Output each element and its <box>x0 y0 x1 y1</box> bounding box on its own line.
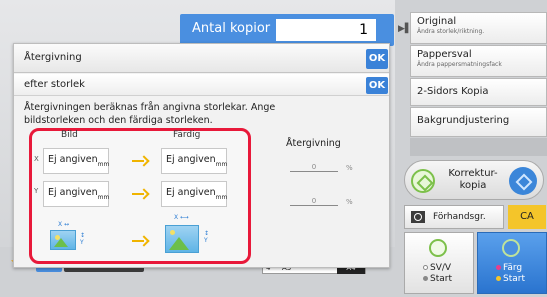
ok-button-sub[interactable]: OK <box>366 77 388 94</box>
preview-icon <box>411 211 425 223</box>
start-diamond-icon <box>411 169 435 193</box>
ratio-y-unit: % <box>346 198 353 206</box>
icon-x-label: X <box>58 221 63 228</box>
icon-y-label: Y <box>204 237 208 244</box>
field-value: Ej angiven <box>166 187 216 198</box>
start-color-button[interactable]: Färg Start <box>477 232 547 294</box>
menu-scroll-area <box>410 138 547 156</box>
menu-item-bakgrundjustering[interactable]: Bakgrundjustering <box>410 107 547 137</box>
ratio-x-value: 0 <box>290 163 338 172</box>
column-header-final: Färdig <box>173 130 201 140</box>
ratio-label: Återgivning <box>286 138 341 149</box>
start-bw-button[interactable]: SV/V Start <box>404 232 474 294</box>
menu-item-subtitle: Ändra pappersmatningsfack <box>417 61 502 68</box>
start-bw-line2: Start <box>430 274 452 284</box>
start-color-label: Färg Start <box>496 263 525 285</box>
start-bw-line1: SV/V <box>430 263 452 273</box>
menu-item-label: Pappersval <box>417 49 472 60</box>
field-value: Ej angiven <box>166 154 216 165</box>
field-unit: mm <box>97 161 110 168</box>
axis-label-y: Y <box>34 187 39 195</box>
mountain-icon <box>169 237 189 250</box>
icon-x-arrow-label: X ↔ <box>58 221 70 228</box>
bw-dot-icon <box>423 265 428 270</box>
sub-title: efter storlek <box>24 79 85 90</box>
menu-item-2-sidors-kopia[interactable]: 2-Sidors Kopia <box>410 78 547 106</box>
large-image-icon <box>165 225 199 253</box>
column-header-image: Bild <box>61 130 78 140</box>
dialog-header: Återgivning OK <box>14 44 389 73</box>
dialog-title: Återgivning <box>24 52 82 63</box>
icon-x-label: X <box>174 214 179 221</box>
image-x-field[interactable]: Ej angivenmm <box>43 148 109 174</box>
menu-item-original[interactable]: Original Ändra storlek/riktning. <box>410 12 547 44</box>
start-diamond-icon <box>429 239 447 257</box>
sun-icon <box>170 230 175 235</box>
icon-y-arrow-label: ↕ Y <box>204 230 210 244</box>
korrekturkopia-button[interactable]: Korrektur- kopia <box>404 160 544 200</box>
start-color-line2: Start <box>503 274 525 284</box>
copies-bar[interactable]: Antal kopior 1 <box>180 14 394 46</box>
menu-item-label: Original <box>417 16 457 27</box>
axis-label-x: X <box>34 155 39 163</box>
small-image-icon <box>50 230 76 250</box>
preview-button[interactable]: Förhandsgr. <box>404 205 504 229</box>
arrow-right-icon <box>132 154 150 168</box>
start-diamond-icon <box>502 239 520 257</box>
field-unit: mm <box>215 194 228 201</box>
copies-label: Antal kopior <box>192 21 271 36</box>
icon-y-arrow-label: ↕ Y <box>80 232 86 246</box>
ratio-x-unit: % <box>346 164 353 172</box>
start-bw-label: SV/V Start <box>423 263 452 285</box>
icon-y-label: Y <box>80 239 84 246</box>
reproduction-dialog: Återgivning OK efter storlek OK Återgivn… <box>13 43 390 268</box>
arrow-right-icon <box>132 187 150 201</box>
menu-item-label: 2-Sidors Kopia <box>417 86 489 97</box>
color-dot-icon <box>496 265 501 270</box>
icon-x-arrow-label: X ⟷ <box>174 214 189 221</box>
menu-item-pappersval[interactable]: Pappersval Ändra pappersmatningsfack <box>410 45 547 77</box>
start-color-line1: Färg <box>503 263 523 273</box>
clear-all-button[interactable]: CA <box>508 205 546 229</box>
menu-item-subtitle: Ändra storlek/riktning. <box>417 28 485 35</box>
ratio-y-value: 0 <box>290 197 338 206</box>
mountain-icon <box>54 238 68 247</box>
description-text: Återgivningen beräknas från angivna stor… <box>24 102 276 126</box>
color-dot-icon <box>496 276 501 281</box>
color-diamond-icon <box>509 167 537 195</box>
field-unit: mm <box>97 194 110 201</box>
bw-dot-icon <box>423 276 428 281</box>
copier-screen: Antal kopior 1 ▶▌ Original Ändra storlek… <box>0 0 547 297</box>
ok-button[interactable]: OK <box>366 49 388 69</box>
final-x-field[interactable]: Ej angivenmm <box>161 148 227 174</box>
preview-label: Förhandsgr. <box>433 212 486 222</box>
image-y-field[interactable]: Ej angivenmm <box>43 181 109 207</box>
arrow-right-icon <box>132 234 150 248</box>
final-y-field[interactable]: Ej angivenmm <box>161 181 227 207</box>
sub-header: efter storlek OK <box>14 74 389 96</box>
menu-item-label: Bakgrundjustering <box>417 115 510 126</box>
field-value: Ej angiven <box>48 187 98 198</box>
copies-count-field[interactable]: 1 <box>276 19 376 41</box>
field-value: Ej angiven <box>48 154 98 165</box>
field-unit: mm <box>215 161 228 168</box>
korrekturkopia-label: Korrektur- kopia <box>448 168 498 191</box>
